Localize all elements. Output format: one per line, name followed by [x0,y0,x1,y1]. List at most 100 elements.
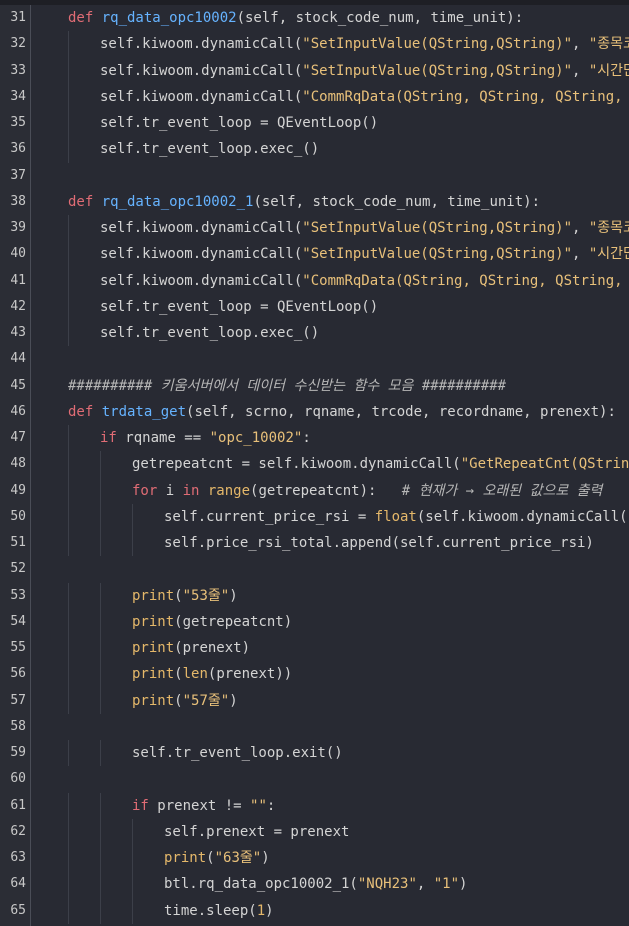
code-text[interactable]: print(getrepeatcnt) [132,609,292,635]
code-text[interactable]: self.kiwoom.dynamicCall("SetInputValue(Q… [100,215,629,241]
code-line[interactable]: 33 self.kiwoom.dynamicCall("SetInputValue… [0,57,629,84]
code-token: ( [174,692,183,709]
code-line[interactable]: 31 def rq_data_opc10002(self, stock_code_… [0,5,629,31]
code-text[interactable]: self.kiwoom.dynamicCall("CommRqData(QStr… [100,84,629,110]
indent-guide [132,871,133,898]
code-text[interactable]: def trdata_get(self, scrno, rqname, trco… [68,399,616,425]
code-line[interactable]: 35 self.tr_event_loop = QEventLoop() [0,110,629,137]
code-token: "종목코드 [588,220,629,236]
code-line[interactable]: 65 time.sleep(1) [0,897,629,924]
code-text[interactable]: time.sleep(1) [164,898,274,924]
code-text[interactable]: getrepeatcnt = self.kiwoom.dynamicCall("… [132,451,629,477]
code-token: (getrepeatcnt): [250,482,402,499]
code-line[interactable]: 40 self.kiwoom.dynamicCall("SetInputValue… [0,241,629,268]
code-text[interactable]: self.kiwoom.dynamicCall("SetInputValue(Q… [100,241,629,267]
code-text[interactable]: self.tr_event_loop.exec_() [100,320,319,346]
code-line[interactable]: 47 if rqname == "opc_10002": [0,425,629,452]
code-line[interactable]: 50 self.current_price_rsi = float(self.ki… [0,503,629,530]
indent-guide [68,451,69,478]
code-text[interactable]: if rqname == "opc_10002": [100,425,311,451]
code-token: self.tr_event_loop = QEventLoop() [100,115,379,131]
indent-guide [100,503,101,530]
code-line[interactable]: 57 print("57줄") [0,687,629,714]
code-line[interactable]: 49 for i in range(getrepeatcnt): # 현재가 → … [0,477,629,504]
code-line[interactable]: 62 self.prenext = prenext [0,818,629,845]
code-line[interactable]: 59 self.tr_event_loop.exit() [0,740,629,767]
code-line[interactable]: 38 def rq_data_opc10002_1(self, stock_cod… [0,189,629,215]
code-line[interactable]: 58 [0,714,629,740]
code-token: i [165,482,183,499]
code-line[interactable]: 48 getrepeatcnt = self.kiwoom.dynamicCall… [0,451,629,478]
line-number: 49 [10,482,26,498]
code-text[interactable]: self.prenext = prenext [164,819,349,845]
code-line[interactable]: 60 [0,766,629,792]
code-line[interactable]: 61 if prenext != "": [0,792,629,819]
code-text[interactable]: ########## 키움서버에서 데이터 수신받는 함수 모음 #######… [68,373,506,399]
code-token: self.kiwoom.dynamicCall( [100,272,303,289]
code-line[interactable]: 44 [0,346,629,372]
code-line[interactable]: 45 ########## 키움서버에서 데이터 수신받는 함수 모음 #####… [0,373,629,399]
code-line[interactable]: 41 self.kiwoom.dynamicCall("CommRqData(QS… [0,267,629,294]
code-line[interactable]: 39 self.kiwoom.dynamicCall("SetInputValue… [0,215,629,242]
code-token: "CommRqData(QString, QString, QString, Q… [302,272,629,289]
code-token: self.kiwoom.dynamicCall( [100,88,303,105]
code-text[interactable]: self.current_price_rsi = float(self.kiwo… [164,504,629,530]
code-token: self.tr_event_loop.exec_() [100,325,320,341]
code-text[interactable]: for i in range(getrepeatcnt): # 현재가 → 오래… [132,478,602,504]
code-lines[interactable]: 31 def rq_data_opc10002(self, stock_code_… [0,5,629,924]
indent-guide [100,740,101,767]
code-line[interactable]: 64 btl.rq_data_opc10002_1("NQH23", "1") [0,871,629,898]
code-line[interactable]: 43 self.tr_event_loop.exec_() [0,320,629,347]
code-line[interactable]: 36 self.tr_event_loop.exec_() [0,136,629,163]
code-line[interactable]: 51 self.price_rsi_total.append(self.curre… [0,530,629,557]
line-number: 34 [10,88,26,104]
line-number: 39 [10,220,26,235]
code-text[interactable]: print(len(prenext)) [132,661,292,687]
code-token: , [572,246,589,263]
code-text[interactable]: self.tr_event_loop.exit() [132,740,343,766]
code-token: for [132,482,166,499]
code-line[interactable]: 42 self.tr_event_loop = QEventLoop() [0,293,629,320]
indent-guide [68,897,69,924]
code-line[interactable]: 34 self.kiwoom.dynamicCall("CommRqData(QS… [0,83,629,110]
line-number: 48 [10,456,26,472]
line-number: 59 [10,745,26,760]
code-text[interactable]: def rq_data_opc10002_1(self, stock_code_… [68,189,540,215]
code-text[interactable]: print("57줄") [132,688,238,714]
code-text[interactable]: self.kiwoom.dynamicCall("SetInputValue(Q… [100,31,629,57]
code-token: def [68,10,102,26]
code-token: ) [261,850,270,866]
code-text[interactable]: self.tr_event_loop = QEventLoop() [100,294,378,320]
indent-guide [68,530,69,557]
indent-guide [100,635,101,662]
code-line[interactable]: 55 print(prenext) [0,635,629,662]
code-token: "opc_10002" [209,430,303,446]
code-token: "63줄" [214,850,262,866]
code-line[interactable]: 37 [0,163,629,189]
code-editor[interactable]: 31 def rq_data_opc10002(self, stock_code_… [0,0,629,926]
code-line[interactable]: 63 print("63줄") [0,845,629,872]
code-token: , [572,36,589,53]
code-line[interactable]: 56 print(len(prenext)) [0,661,629,688]
code-text[interactable]: self.tr_event_loop.exec_() [100,136,319,162]
code-text[interactable]: print("63줄") [164,845,270,871]
code-text[interactable]: self.kiwoom.dynamicCall("SetInputValue(Q… [100,58,629,84]
code-text[interactable]: print(prenext) [132,635,250,661]
code-text[interactable]: self.kiwoom.dynamicCall("CommRqData(QStr… [100,268,629,294]
code-token: (self, scrno, rqname, trcode, recordname… [186,403,616,420]
code-text[interactable]: print("53줄") [132,583,238,609]
code-line[interactable]: 53 print("53줄") [0,582,629,609]
code-token: (self, stock_code_num, time_unit): [236,10,524,26]
code-token: getrepeatcnt = self.kiwoom.dynamicCall( [132,456,461,473]
code-token: self.current_price_rsi = [164,508,375,525]
code-line[interactable]: 46 def trdata_get(self, scrno, rqname, tr… [0,399,629,425]
code-token: rq_data_opc10002_1 [101,193,254,210]
code-line[interactable]: 52 [0,556,629,582]
code-text[interactable]: btl.rq_data_opc10002_1("NQH23", "1") [164,871,467,897]
code-text[interactable]: if prenext != "": [132,793,275,819]
code-text[interactable]: self.price_rsi_total.append(self.current… [164,530,594,556]
code-line[interactable]: 32 self.kiwoom.dynamicCall("SetInputValue… [0,31,629,58]
code-text[interactable]: def rq_data_opc10002(self, stock_code_nu… [68,5,523,31]
code-line[interactable]: 54 print(getrepeatcnt) [0,608,629,635]
code-text[interactable]: self.tr_event_loop = QEventLoop() [100,110,378,136]
